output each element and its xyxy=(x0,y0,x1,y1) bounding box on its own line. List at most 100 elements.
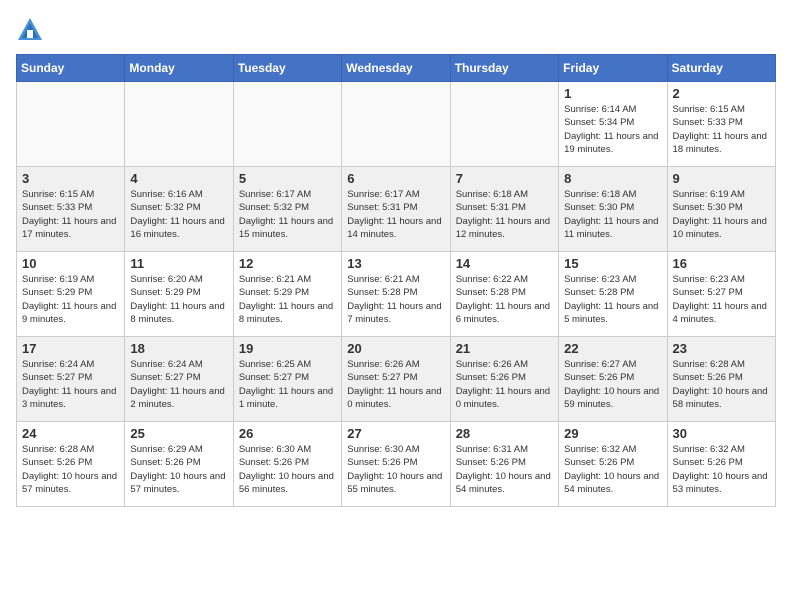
day-detail: Sunrise: 6:19 AM Sunset: 5:30 PM Dayligh… xyxy=(673,188,770,241)
day-detail: Sunrise: 6:30 AM Sunset: 5:26 PM Dayligh… xyxy=(239,443,336,496)
calendar-cell: 21 Sunrise: 6:26 AM Sunset: 5:26 PM Dayli… xyxy=(450,337,558,422)
calendar-cell: 11 Sunrise: 6:20 AM Sunset: 5:29 PM Dayli… xyxy=(125,252,233,337)
calendar-cell: 10Sunrise: 6:19 AM Sunset: 5:29 PM Dayli… xyxy=(17,252,125,337)
day-number: 16 xyxy=(673,256,770,271)
calendar-cell: 22Sunrise: 6:27 AM Sunset: 5:26 PM Dayli… xyxy=(559,337,667,422)
day-detail: Sunrise: 6:32 AM Sunset: 5:26 PM Dayligh… xyxy=(673,443,770,496)
calendar-cell: 6 Sunrise: 6:17 AM Sunset: 5:31 PM Daylig… xyxy=(342,167,450,252)
weekday-header-sunday: Sunday xyxy=(17,55,125,82)
day-number: 3 xyxy=(22,171,119,186)
day-detail: Sunrise: 6:17 AM Sunset: 5:32 PM Dayligh… xyxy=(239,188,336,241)
day-detail: Sunrise: 6:30 AM Sunset: 5:26 PM Dayligh… xyxy=(347,443,444,496)
day-detail: Sunrise: 6:29 AM Sunset: 5:26 PM Dayligh… xyxy=(130,443,227,496)
calendar-week-4: 17 Sunrise: 6:24 AM Sunset: 5:27 PM Dayli… xyxy=(17,337,776,422)
calendar-table: SundayMondayTuesdayWednesdayThursdayFrid… xyxy=(16,54,776,507)
day-detail: Sunrise: 6:20 AM Sunset: 5:29 PM Dayligh… xyxy=(130,273,227,326)
day-number: 18 xyxy=(130,341,227,356)
day-number: 11 xyxy=(130,256,227,271)
calendar-cell xyxy=(342,82,450,167)
calendar-cell: 5 Sunrise: 6:17 AM Sunset: 5:32 PM Daylig… xyxy=(233,167,341,252)
day-detail: Sunrise: 6:23 AM Sunset: 5:28 PM Dayligh… xyxy=(564,273,661,326)
day-detail: Sunrise: 6:24 AM Sunset: 5:27 PM Dayligh… xyxy=(22,358,119,411)
day-number: 24 xyxy=(22,426,119,441)
calendar-cell: 3 Sunrise: 6:15 AM Sunset: 5:33 PM Daylig… xyxy=(17,167,125,252)
calendar-cell: 23 Sunrise: 6:28 AM Sunset: 5:26 PM Dayli… xyxy=(667,337,775,422)
logo-icon xyxy=(16,16,44,44)
day-detail: Sunrise: 6:14 AM Sunset: 5:34 PM Dayligh… xyxy=(564,103,661,156)
calendar-cell: 28 Sunrise: 6:31 AM Sunset: 5:26 PM Dayli… xyxy=(450,422,558,507)
calendar-header-row: SundayMondayTuesdayWednesdayThursdayFrid… xyxy=(17,55,776,82)
calendar-week-1: 1 Sunrise: 6:14 AM Sunset: 5:34 PM Daylig… xyxy=(17,82,776,167)
calendar-cell: 17 Sunrise: 6:24 AM Sunset: 5:27 PM Dayli… xyxy=(17,337,125,422)
day-number: 26 xyxy=(239,426,336,441)
day-number: 1 xyxy=(564,86,661,101)
calendar-cell: 1 Sunrise: 6:14 AM Sunset: 5:34 PM Daylig… xyxy=(559,82,667,167)
calendar-cell: 20Sunrise: 6:26 AM Sunset: 5:27 PM Dayli… xyxy=(342,337,450,422)
calendar-cell: 19Sunrise: 6:25 AM Sunset: 5:27 PM Dayli… xyxy=(233,337,341,422)
day-number: 9 xyxy=(673,171,770,186)
day-detail: Sunrise: 6:18 AM Sunset: 5:31 PM Dayligh… xyxy=(456,188,553,241)
day-detail: Sunrise: 6:31 AM Sunset: 5:26 PM Dayligh… xyxy=(456,443,553,496)
day-detail: Sunrise: 6:25 AM Sunset: 5:27 PM Dayligh… xyxy=(239,358,336,411)
calendar-cell: 27 Sunrise: 6:30 AM Sunset: 5:26 PM Dayli… xyxy=(342,422,450,507)
day-number: 4 xyxy=(130,171,227,186)
day-number: 27 xyxy=(347,426,444,441)
day-number: 23 xyxy=(673,341,770,356)
day-number: 28 xyxy=(456,426,553,441)
calendar-cell: 9 Sunrise: 6:19 AM Sunset: 5:30 PM Daylig… xyxy=(667,167,775,252)
day-number: 15 xyxy=(564,256,661,271)
day-number: 7 xyxy=(456,171,553,186)
weekday-header-tuesday: Tuesday xyxy=(233,55,341,82)
weekday-header-thursday: Thursday xyxy=(450,55,558,82)
calendar-week-5: 24 Sunrise: 6:28 AM Sunset: 5:26 PM Dayli… xyxy=(17,422,776,507)
day-detail: Sunrise: 6:15 AM Sunset: 5:33 PM Dayligh… xyxy=(22,188,119,241)
logo xyxy=(16,16,46,44)
day-detail: Sunrise: 6:26 AM Sunset: 5:26 PM Dayligh… xyxy=(456,358,553,411)
day-number: 30 xyxy=(673,426,770,441)
day-number: 6 xyxy=(347,171,444,186)
day-number: 17 xyxy=(22,341,119,356)
day-number: 2 xyxy=(673,86,770,101)
calendar-cell xyxy=(17,82,125,167)
calendar-cell: 2 Sunrise: 6:15 AM Sunset: 5:33 PM Daylig… xyxy=(667,82,775,167)
day-detail: Sunrise: 6:28 AM Sunset: 5:26 PM Dayligh… xyxy=(673,358,770,411)
day-detail: Sunrise: 6:27 AM Sunset: 5:26 PM Dayligh… xyxy=(564,358,661,411)
calendar-cell: 13 Sunrise: 6:21 AM Sunset: 5:28 PM Dayli… xyxy=(342,252,450,337)
day-detail: Sunrise: 6:28 AM Sunset: 5:26 PM Dayligh… xyxy=(22,443,119,496)
day-detail: Sunrise: 6:17 AM Sunset: 5:31 PM Dayligh… xyxy=(347,188,444,241)
day-number: 29 xyxy=(564,426,661,441)
calendar-cell: 18 Sunrise: 6:24 AM Sunset: 5:27 PM Dayli… xyxy=(125,337,233,422)
day-detail: Sunrise: 6:32 AM Sunset: 5:26 PM Dayligh… xyxy=(564,443,661,496)
calendar-cell: 14 Sunrise: 6:22 AM Sunset: 5:28 PM Dayli… xyxy=(450,252,558,337)
day-number: 14 xyxy=(456,256,553,271)
day-number: 21 xyxy=(456,341,553,356)
calendar-cell: 8 Sunrise: 6:18 AM Sunset: 5:30 PM Daylig… xyxy=(559,167,667,252)
calendar-cell: 12Sunrise: 6:21 AM Sunset: 5:29 PM Dayli… xyxy=(233,252,341,337)
weekday-header-wednesday: Wednesday xyxy=(342,55,450,82)
day-number: 20 xyxy=(347,341,444,356)
calendar-week-2: 3 Sunrise: 6:15 AM Sunset: 5:33 PM Daylig… xyxy=(17,167,776,252)
day-detail: Sunrise: 6:21 AM Sunset: 5:29 PM Dayligh… xyxy=(239,273,336,326)
calendar-cell xyxy=(125,82,233,167)
calendar-cell: 25Sunrise: 6:29 AM Sunset: 5:26 PM Dayli… xyxy=(125,422,233,507)
weekday-header-saturday: Saturday xyxy=(667,55,775,82)
day-detail: Sunrise: 6:23 AM Sunset: 5:27 PM Dayligh… xyxy=(673,273,770,326)
day-number: 10 xyxy=(22,256,119,271)
calendar-cell xyxy=(450,82,558,167)
day-detail: Sunrise: 6:16 AM Sunset: 5:32 PM Dayligh… xyxy=(130,188,227,241)
day-detail: Sunrise: 6:18 AM Sunset: 5:30 PM Dayligh… xyxy=(564,188,661,241)
calendar-cell: 29 Sunrise: 6:32 AM Sunset: 5:26 PM Dayli… xyxy=(559,422,667,507)
calendar-cell xyxy=(233,82,341,167)
day-detail: Sunrise: 6:15 AM Sunset: 5:33 PM Dayligh… xyxy=(673,103,770,156)
page-header xyxy=(16,16,776,44)
day-number: 5 xyxy=(239,171,336,186)
calendar-cell: 16 Sunrise: 6:23 AM Sunset: 5:27 PM Dayli… xyxy=(667,252,775,337)
weekday-header-friday: Friday xyxy=(559,55,667,82)
day-detail: Sunrise: 6:21 AM Sunset: 5:28 PM Dayligh… xyxy=(347,273,444,326)
calendar-cell: 24 Sunrise: 6:28 AM Sunset: 5:26 PM Dayli… xyxy=(17,422,125,507)
day-number: 13 xyxy=(347,256,444,271)
calendar-cell: 7 Sunrise: 6:18 AM Sunset: 5:31 PM Daylig… xyxy=(450,167,558,252)
day-detail: Sunrise: 6:22 AM Sunset: 5:28 PM Dayligh… xyxy=(456,273,553,326)
day-detail: Sunrise: 6:24 AM Sunset: 5:27 PM Dayligh… xyxy=(130,358,227,411)
day-number: 8 xyxy=(564,171,661,186)
